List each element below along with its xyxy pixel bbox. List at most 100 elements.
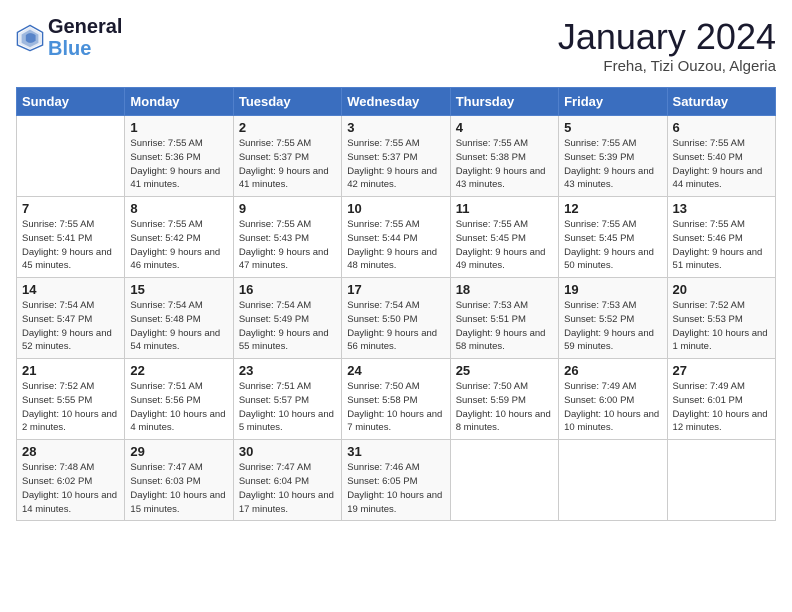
weekday-header-row: SundayMondayTuesdayWednesdayThursdayFrid…: [17, 88, 776, 116]
calendar-cell: 12 Sunrise: 7:55 AMSunset: 5:45 PMDayligh…: [559, 197, 667, 278]
day-number: 17: [347, 282, 444, 297]
calendar-cell: 20Sunrise: 7:52 AMSunset: 5:53 PMDayligh…: [667, 278, 775, 359]
day-number: 28: [22, 444, 119, 459]
day-number: 11: [456, 201, 553, 216]
day-info: Sunrise: 7:53 AMSunset: 5:52 PMDaylight:…: [564, 299, 661, 354]
calendar-cell: 27 Sunrise: 7:49 AMSunset: 6:01 PMDayligh…: [667, 359, 775, 440]
day-info: Sunrise: 7:55 AMSunset: 5:44 PMDaylight:…: [347, 218, 444, 273]
calendar-cell: 8 Sunrise: 7:55 AMSunset: 5:42 PMDaylight…: [125, 197, 233, 278]
calendar-week-3: 14Sunrise: 7:54 AMSunset: 5:47 PMDayligh…: [17, 278, 776, 359]
day-info: Sunrise: 7:48 AMSunset: 6:02 PMDaylight:…: [22, 461, 119, 516]
calendar-week-1: 1Sunrise: 7:55 AMSunset: 5:36 PMDaylight…: [17, 116, 776, 197]
calendar-cell: 25 Sunrise: 7:50 AMSunset: 5:59 PMDayligh…: [450, 359, 558, 440]
day-number: 27: [673, 363, 770, 378]
day-number: 5: [564, 120, 661, 135]
calendar-cell: 16 Sunrise: 7:54 AMSunset: 5:49 PMDayligh…: [233, 278, 341, 359]
calendar-cell: 29 Sunrise: 7:47 AMSunset: 6:03 PMDayligh…: [125, 440, 233, 521]
day-info: Sunrise: 7:55 AMSunset: 5:41 PMDaylight:…: [22, 218, 119, 273]
calendar-table: SundayMondayTuesdayWednesdayThursdayFrid…: [16, 87, 776, 521]
calendar-cell: 19 Sunrise: 7:53 AMSunset: 5:52 PMDayligh…: [559, 278, 667, 359]
calendar-cell: 15Sunrise: 7:54 AMSunset: 5:48 PMDayligh…: [125, 278, 233, 359]
title-block: January 2024 Freha, Tizi Ouzou, Algeria: [558, 16, 776, 75]
day-number: 25: [456, 363, 553, 378]
day-number: 8: [130, 201, 227, 216]
day-info: Sunrise: 7:55 AMSunset: 5:45 PMDaylight:…: [564, 218, 661, 273]
day-number: 19: [564, 282, 661, 297]
day-number: 29: [130, 444, 227, 459]
location-subtitle: Freha, Tizi Ouzou, Algeria: [558, 58, 776, 75]
day-number: 1: [130, 120, 227, 135]
day-number: 24: [347, 363, 444, 378]
day-info: Sunrise: 7:55 AMSunset: 5:46 PMDaylight:…: [673, 218, 770, 273]
calendar-cell: 31 Sunrise: 7:46 AMSunset: 6:05 PMDayligh…: [342, 440, 450, 521]
calendar-cell: 4Sunrise: 7:55 AMSunset: 5:38 PMDaylight…: [450, 116, 558, 197]
day-number: 18: [456, 282, 553, 297]
day-number: 12: [564, 201, 661, 216]
day-info: Sunrise: 7:51 AMSunset: 5:56 PMDaylight:…: [130, 380, 227, 435]
calendar-cell: [667, 440, 775, 521]
day-info: Sunrise: 7:52 AMSunset: 5:55 PMDaylight:…: [22, 380, 119, 435]
calendar-cell: 28 Sunrise: 7:48 AMSunset: 6:02 PMDayligh…: [17, 440, 125, 521]
day-info: Sunrise: 7:55 AMSunset: 5:42 PMDaylight:…: [130, 218, 227, 273]
day-info: Sunrise: 7:55 AMSunset: 5:45 PMDaylight:…: [456, 218, 553, 273]
day-info: Sunrise: 7:54 AMSunset: 5:49 PMDaylight:…: [239, 299, 336, 354]
weekday-header-wednesday: Wednesday: [342, 88, 450, 116]
calendar-cell: 1Sunrise: 7:55 AMSunset: 5:36 PMDaylight…: [125, 116, 233, 197]
calendar-cell: 22 Sunrise: 7:51 AMSunset: 5:56 PMDayligh…: [125, 359, 233, 440]
day-number: 3: [347, 120, 444, 135]
day-info: Sunrise: 7:51 AMSunset: 5:57 PMDaylight:…: [239, 380, 336, 435]
day-info: Sunrise: 7:55 AMSunset: 5:37 PMDaylight:…: [239, 137, 336, 192]
day-info: Sunrise: 7:47 AMSunset: 6:04 PMDaylight:…: [239, 461, 336, 516]
day-info: Sunrise: 7:55 AMSunset: 5:38 PMDaylight:…: [456, 137, 553, 192]
day-number: 7: [22, 201, 119, 216]
logo-icon: [16, 24, 44, 52]
day-number: 21: [22, 363, 119, 378]
day-info: Sunrise: 7:49 AMSunset: 6:01 PMDaylight:…: [673, 380, 770, 435]
weekday-header-thursday: Thursday: [450, 88, 558, 116]
day-info: Sunrise: 7:55 AMSunset: 5:40 PMDaylight:…: [673, 137, 770, 192]
day-number: 10: [347, 201, 444, 216]
day-number: 9: [239, 201, 336, 216]
day-info: Sunrise: 7:46 AMSunset: 6:05 PMDaylight:…: [347, 461, 444, 516]
day-number: 22: [130, 363, 227, 378]
day-info: Sunrise: 7:47 AMSunset: 6:03 PMDaylight:…: [130, 461, 227, 516]
day-number: 16: [239, 282, 336, 297]
day-info: Sunrise: 7:55 AMSunset: 5:43 PMDaylight:…: [239, 218, 336, 273]
calendar-cell: 30 Sunrise: 7:47 AMSunset: 6:04 PMDayligh…: [233, 440, 341, 521]
day-info: Sunrise: 7:52 AMSunset: 5:53 PMDaylight:…: [673, 299, 770, 354]
day-number: 30: [239, 444, 336, 459]
day-info: Sunrise: 7:54 AMSunset: 5:50 PMDaylight:…: [347, 299, 444, 354]
calendar-cell: 11 Sunrise: 7:55 AMSunset: 5:45 PMDayligh…: [450, 197, 558, 278]
calendar-cell: 23 Sunrise: 7:51 AMSunset: 5:57 PMDayligh…: [233, 359, 341, 440]
day-info: Sunrise: 7:55 AMSunset: 5:39 PMDaylight:…: [564, 137, 661, 192]
day-info: Sunrise: 7:49 AMSunset: 6:00 PMDaylight:…: [564, 380, 661, 435]
calendar-cell: [450, 440, 558, 521]
day-info: Sunrise: 7:55 AMSunset: 5:37 PMDaylight:…: [347, 137, 444, 192]
calendar-cell: 9 Sunrise: 7:55 AMSunset: 5:43 PMDaylight…: [233, 197, 341, 278]
day-number: 2: [239, 120, 336, 135]
logo-text: GeneralBlue: [48, 16, 122, 60]
month-title: January 2024: [558, 16, 776, 58]
day-number: 23: [239, 363, 336, 378]
calendar-cell: 7 Sunrise: 7:55 AMSunset: 5:41 PMDaylight…: [17, 197, 125, 278]
calendar-cell: 18 Sunrise: 7:53 AMSunset: 5:51 PMDayligh…: [450, 278, 558, 359]
day-number: 26: [564, 363, 661, 378]
calendar-cell: 5 Sunrise: 7:55 AMSunset: 5:39 PMDaylight…: [559, 116, 667, 197]
day-info: Sunrise: 7:53 AMSunset: 5:51 PMDaylight:…: [456, 299, 553, 354]
day-number: 14: [22, 282, 119, 297]
calendar-cell: 26 Sunrise: 7:49 AMSunset: 6:00 PMDayligh…: [559, 359, 667, 440]
weekday-header-monday: Monday: [125, 88, 233, 116]
calendar-cell: 21 Sunrise: 7:52 AMSunset: 5:55 PMDayligh…: [17, 359, 125, 440]
calendar-cell: [17, 116, 125, 197]
calendar-cell: 10 Sunrise: 7:55 AMSunset: 5:44 PMDayligh…: [342, 197, 450, 278]
weekday-header-sunday: Sunday: [17, 88, 125, 116]
calendar-cell: [559, 440, 667, 521]
calendar-week-5: 28 Sunrise: 7:48 AMSunset: 6:02 PMDayligh…: [17, 440, 776, 521]
calendar-cell: 3 Sunrise: 7:55 AMSunset: 5:37 PMDaylight…: [342, 116, 450, 197]
calendar-week-2: 7 Sunrise: 7:55 AMSunset: 5:41 PMDaylight…: [17, 197, 776, 278]
day-number: 13: [673, 201, 770, 216]
day-info: Sunrise: 7:50 AMSunset: 5:59 PMDaylight:…: [456, 380, 553, 435]
calendar-cell: 6Sunrise: 7:55 AMSunset: 5:40 PMDaylight…: [667, 116, 775, 197]
day-number: 15: [130, 282, 227, 297]
day-number: 31: [347, 444, 444, 459]
